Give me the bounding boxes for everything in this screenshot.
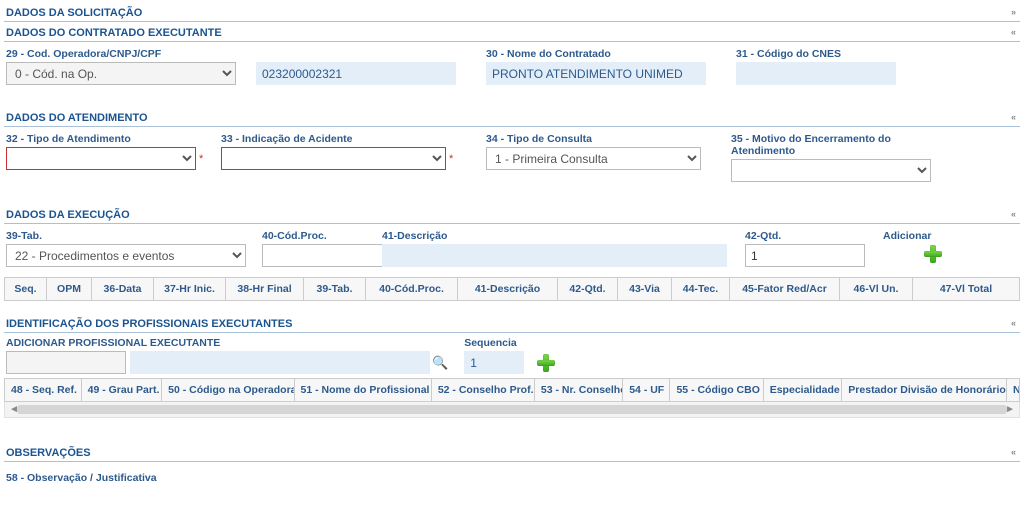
label-33: 33 - Indicação de Acidente [221, 133, 466, 145]
section-title: DADOS DA EXECUÇÃO [6, 209, 130, 221]
expand-icon[interactable]: » [1011, 7, 1016, 17]
th-52-conselho: 52 - Conselho Prof. [432, 379, 535, 401]
search-icon[interactable]: 🔍 [432, 355, 448, 371]
th-opm: OPM [47, 278, 92, 300]
label-sequencia: Sequencia [464, 337, 524, 349]
select-tipo-atendimento[interactable] [6, 147, 196, 170]
th-53-nrcons: 53 - Nr. Conselho [535, 379, 623, 401]
th-seq: Seq. [5, 278, 47, 300]
section-title: DADOS DA SOLICITAÇÃO [6, 7, 142, 19]
th-prestdiv: Prestador Divisão de Honorários [842, 379, 1007, 401]
input-42-qtd[interactable] [745, 244, 865, 267]
th-55-cbo: 55 - Código CBO [670, 379, 763, 401]
add-icon[interactable] [536, 353, 556, 373]
label-39tab: 39-Tab. [6, 230, 246, 242]
th-40-codproc: 40-Cód.Proc. [366, 278, 458, 300]
codigo-cnes [736, 62, 896, 85]
collapse-icon[interactable]: « [1011, 27, 1016, 37]
th-41-desc: 41-Descrição [458, 278, 558, 300]
th-42-qtd: 42-Qtd. [558, 278, 618, 300]
label-add-prof: ADICIONAR PROFISSIONAL EXECUTANTE [6, 337, 448, 349]
section-observacoes[interactable]: OBSERVAÇÕES « [4, 444, 1020, 462]
label-32: 32 - Tipo de Atendimento [6, 133, 206, 145]
th-50-codop: 50 - Código na Operadora [162, 379, 294, 401]
th-48-seqref: 48 - Seq. Ref. [5, 379, 82, 401]
th-37-hrinic: 37-Hr Inic. [154, 278, 226, 300]
th-43-via: 43-Via [618, 278, 672, 300]
th-49-graupart: 49 - Grau Part. [82, 379, 163, 401]
th-51-nomeprof: 51 - Nome do Profissional [295, 379, 432, 401]
th-44-tec: 44-Tec. [672, 278, 730, 300]
th-46-vlun: 46-Vl Un. [840, 278, 913, 300]
profissionais-table-header: 48 - Seq. Ref. 49 - Grau Part. 50 - Códi… [4, 378, 1020, 402]
th-nomep: Nome Pr [1007, 379, 1019, 401]
label-35: 35 - Motivo do Encerramento do Atendimen… [731, 133, 931, 157]
th-38-hrfinal: 38-Hr Final [226, 278, 304, 300]
collapse-icon[interactable]: « [1011, 112, 1016, 122]
label-42qtd: 42-Qtd. [745, 230, 865, 242]
cod-operadora-valor [256, 62, 456, 85]
required-mark: * [449, 153, 453, 165]
label-30: 30 - Nome do Contratado [486, 48, 706, 60]
label-31: 31 - Código do CNES [736, 48, 896, 60]
input-prof-codigo[interactable] [6, 351, 126, 374]
th-54-uf: 54 - UF [623, 379, 670, 401]
required-mark: * [199, 153, 203, 165]
scrollbar-track[interactable] [17, 405, 1007, 414]
th-45-fator: 45-Fator Red/Acr [730, 278, 840, 300]
label-29b [256, 48, 456, 60]
collapse-icon[interactable]: « [1011, 447, 1016, 457]
select-motivo-encerramento[interactable] [731, 159, 931, 182]
collapse-icon[interactable]: « [1011, 209, 1016, 219]
label-58: 58 - Observação / Justificativa [4, 472, 1020, 484]
select-cod-operadora-tipo[interactable]: 0 - Cód. na Op. [6, 62, 236, 85]
horizontal-scrollbar[interactable]: ◄ ► [4, 402, 1020, 418]
section-profissionais[interactable]: IDENTIFICAÇÃO DOS PROFISSIONAIS EXECUTAN… [4, 315, 1020, 333]
section-title: IDENTIFICAÇÃO DOS PROFISSIONAIS EXECUTAN… [6, 318, 292, 330]
input-40-cod-proc[interactable] [262, 244, 402, 267]
section-title: DADOS DO CONTRATADO EXECUTANTE [6, 27, 222, 39]
sequencia-value [464, 351, 524, 374]
th-47-vltot: 47-Vl Total [913, 278, 1019, 300]
descricao-41 [382, 244, 727, 267]
select-indicacao-acidente[interactable] [221, 147, 446, 170]
label-40cod: 40-Cód.Proc. [262, 230, 374, 242]
th-39-tab: 39-Tab. [304, 278, 366, 300]
label-41desc: 41-Descrição [382, 230, 727, 242]
prof-nome [130, 351, 430, 374]
select-tipo-consulta[interactable]: 1 - Primeira Consulta [486, 147, 701, 170]
nome-contratado [486, 62, 706, 85]
section-dados-solicitacao[interactable]: DADOS DA SOLICITAÇÃO » [4, 4, 1020, 22]
section-title: OBSERVAÇÕES [6, 447, 91, 459]
section-dados-execucao[interactable]: DADOS DA EXECUÇÃO « [4, 206, 1020, 224]
th-36-data: 36-Data [92, 278, 154, 300]
label-34: 34 - Tipo de Consulta [486, 133, 701, 145]
section-contratado-executante[interactable]: DADOS DO CONTRATADO EXECUTANTE « [4, 24, 1020, 42]
th-especial: Especialidade [764, 379, 843, 401]
label-29: 29 - Cod. Operadora/CNPJ/CPF [6, 48, 236, 60]
section-dados-atendimento[interactable]: DADOS DO ATENDIMENTO « [4, 109, 1020, 127]
section-title: DADOS DO ATENDIMENTO [6, 112, 148, 124]
add-icon[interactable] [923, 244, 943, 264]
label-adicionar: Adicionar [883, 230, 943, 242]
execucao-table-header: Seq. OPM 36-Data 37-Hr Inic. 38-Hr Final… [4, 277, 1020, 301]
collapse-icon[interactable]: « [1011, 318, 1016, 328]
select-39-tab[interactable]: 22 - Procedimentos e eventos [6, 244, 246, 267]
